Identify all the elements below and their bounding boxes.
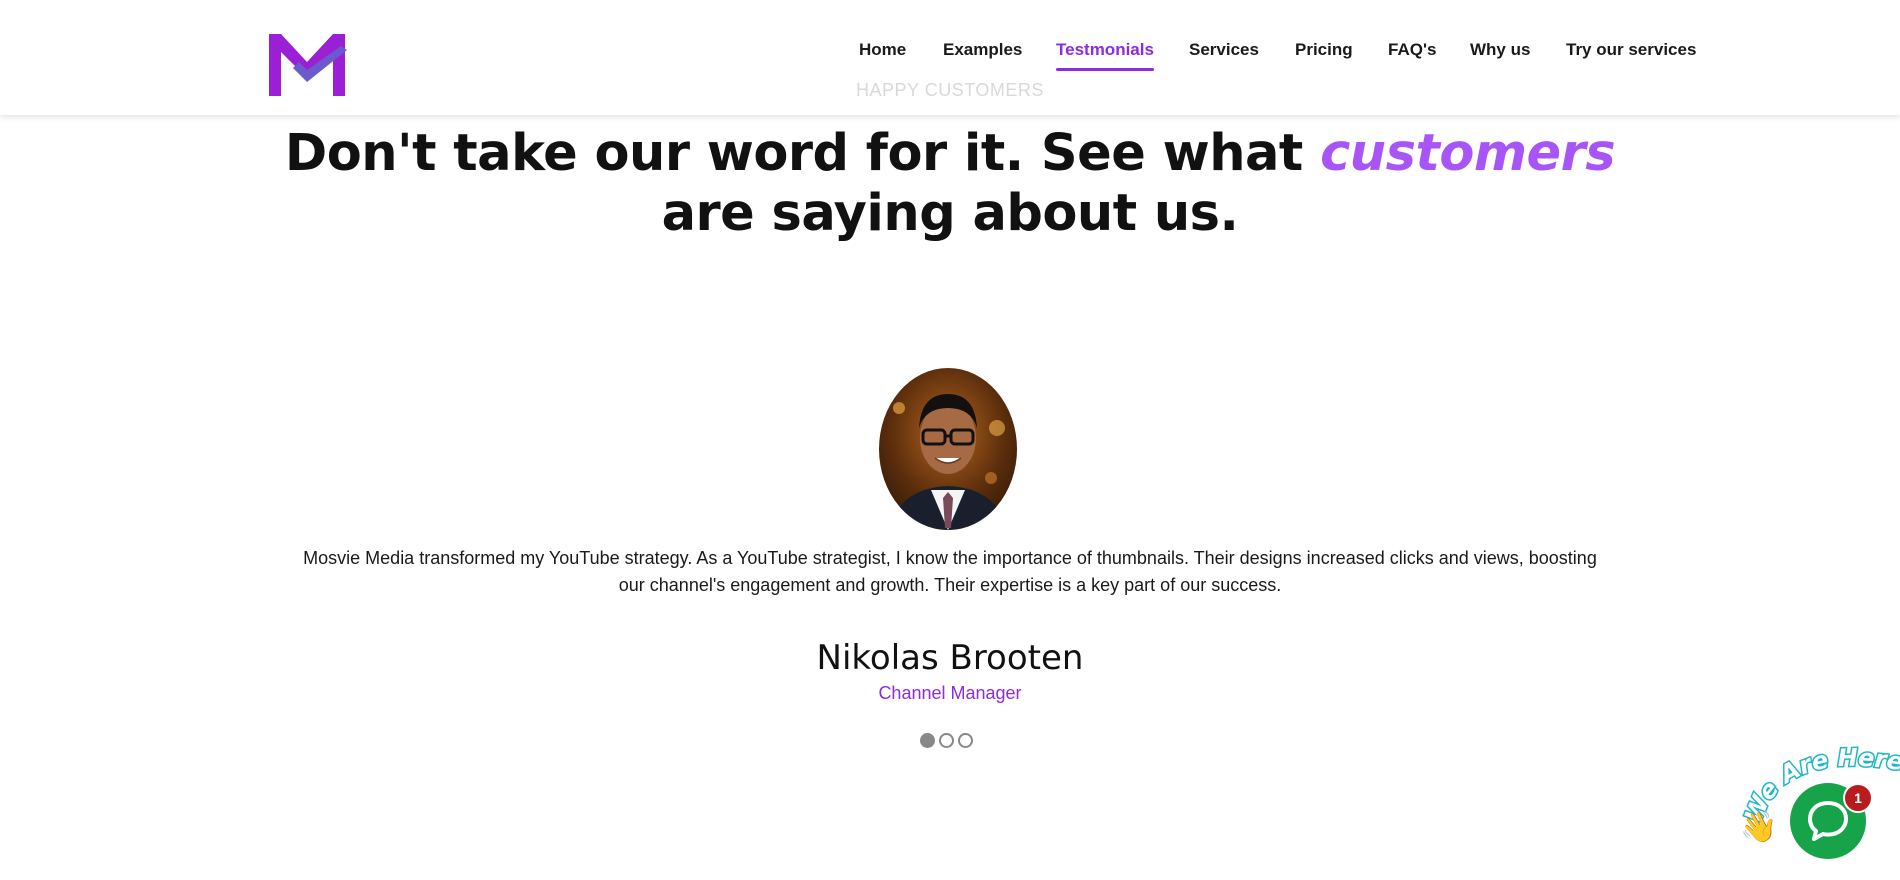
nav-testimonials[interactable]: Testmonials bbox=[1056, 40, 1154, 71]
nav-services[interactable]: Services bbox=[1189, 40, 1259, 60]
testimonial-role: Channel Manager bbox=[878, 683, 1022, 703]
nav-try-services[interactable]: Try our services bbox=[1566, 40, 1696, 60]
nav-home[interactable]: Home bbox=[859, 40, 906, 60]
carousel-dot-1[interactable] bbox=[920, 733, 935, 748]
headline-accent: customers bbox=[1320, 124, 1616, 183]
active-nav-underline bbox=[1056, 68, 1154, 71]
nav-examples[interactable]: Examples bbox=[943, 40, 1022, 60]
testimonial-quote: Mosvie Media transformed my YouTube stra… bbox=[303, 548, 1597, 595]
carousel-dot-2[interactable] bbox=[939, 733, 954, 748]
headline-text-2: are saying about us. bbox=[661, 184, 1239, 243]
logo[interactable] bbox=[265, 30, 349, 98]
chat-notification-badge: 1 bbox=[1843, 783, 1873, 813]
nav-pricing[interactable]: Pricing bbox=[1295, 40, 1353, 60]
avatar-image bbox=[879, 368, 1017, 530]
logo-mark bbox=[269, 34, 347, 96]
carousel-dot-3[interactable] bbox=[958, 733, 973, 748]
waving-hand-icon: 👋 bbox=[1740, 811, 1778, 844]
chat-widget[interactable]: We Are Here! 👋 1 bbox=[1740, 735, 1900, 880]
chat-icon bbox=[1808, 801, 1848, 841]
section-headline: Don't take our word for it. See what cus… bbox=[250, 124, 1650, 244]
customer-avatar bbox=[879, 368, 1017, 530]
testimonial-name: Nikolas Brooten bbox=[816, 638, 1084, 678]
nav-faqs[interactable]: FAQ's bbox=[1388, 40, 1436, 60]
headline-text-1: Don't take our word for it. See what bbox=[284, 124, 1321, 183]
nav-why-us[interactable]: Why us bbox=[1470, 40, 1530, 60]
section-eyebrow: HAPPY CUSTOMERS bbox=[856, 80, 1044, 100]
